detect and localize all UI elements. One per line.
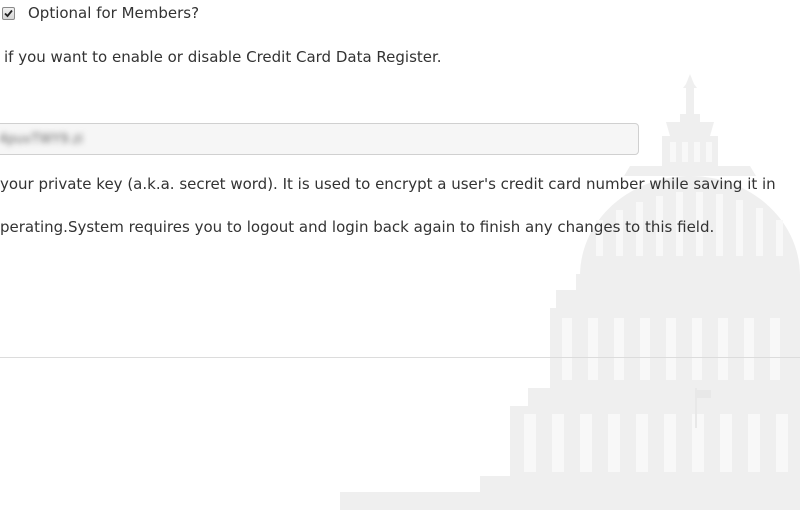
checkmark-icon (4, 9, 13, 17)
private-key-logout-note: perating.System requires you to logout a… (0, 218, 715, 236)
section-divider (0, 357, 800, 358)
optional-members-row: Optional for Members? (2, 3, 199, 23)
settings-panel: Optional for Members? if you want to ena… (0, 0, 800, 510)
private-key-help: your private key (a.k.a. secret word). I… (0, 175, 776, 193)
private-key-value: 4puvTWY9.zi (0, 131, 84, 147)
private-key-input[interactable]: 4puvTWY9.zi (0, 123, 639, 155)
optional-members-label: Optional for Members? (28, 4, 200, 22)
credit-card-register-help: if you want to enable or disable Credit … (4, 48, 442, 66)
optional-members-checkbox[interactable] (2, 6, 15, 20)
